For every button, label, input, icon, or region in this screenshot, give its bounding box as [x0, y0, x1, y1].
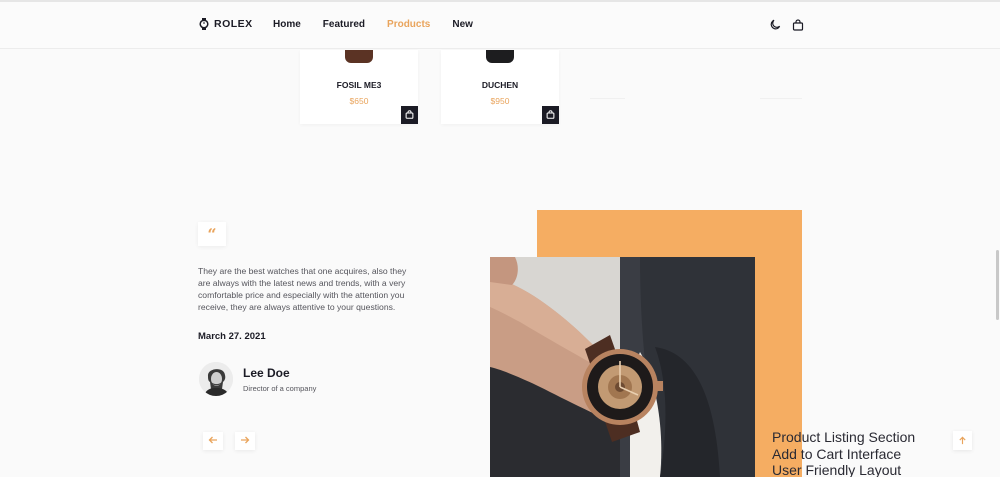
- author-name: Lee Doe: [243, 366, 290, 380]
- product-price: $950: [490, 96, 510, 106]
- nav-new[interactable]: New: [452, 19, 473, 30]
- testimonial-date: March 27. 2021: [198, 331, 266, 342]
- scroll-to-top-button[interactable]: [953, 431, 972, 450]
- quote-icon: “: [198, 222, 226, 246]
- next-testimonial-button[interactable]: [235, 432, 255, 450]
- author-role: Director of a company: [243, 384, 317, 393]
- watch-strap-image: [486, 50, 514, 63]
- main-nav: Home Featured Products New: [273, 19, 495, 30]
- add-to-cart-button[interactable]: [401, 106, 418, 124]
- prev-testimonial-button[interactable]: [203, 432, 223, 450]
- header-actions: [769, 18, 804, 31]
- testimonial-text: They are the best watches that one acqui…: [198, 266, 407, 313]
- arrow-left-icon: [208, 432, 218, 450]
- site-header: ROLEX Home Featured Products New: [0, 2, 1000, 49]
- wrist-watch-photo: [490, 257, 755, 477]
- product-card[interactable]: DUCHEN $950: [441, 50, 559, 124]
- overlay-line: Product Listing Section: [772, 429, 916, 445]
- add-to-cart-button[interactable]: [542, 106, 559, 124]
- arrow-right-icon: [240, 432, 250, 450]
- nav-home[interactable]: Home: [273, 19, 301, 30]
- watch-strap-image: [345, 50, 373, 63]
- shopping-bag-icon: [546, 106, 555, 124]
- nav-products[interactable]: Products: [387, 19, 430, 30]
- shopping-bag-icon[interactable]: [792, 18, 804, 31]
- product-card[interactable]: FOSIL ME3 $650: [300, 50, 418, 124]
- page-scrollbar[interactable]: [996, 250, 999, 320]
- product-name: FOSIL ME3: [336, 80, 382, 90]
- divider: [760, 98, 802, 99]
- shopping-bag-icon: [405, 106, 414, 124]
- product-price: $650: [349, 96, 369, 106]
- divider: [590, 98, 625, 99]
- arrow-up-icon: [958, 432, 967, 450]
- overlay-line: User Friendly Layout: [772, 462, 902, 477]
- watch-logo-icon: [199, 18, 209, 30]
- nav-featured[interactable]: Featured: [323, 19, 365, 30]
- moon-icon[interactable]: [769, 18, 781, 30]
- logo[interactable]: ROLEX: [199, 18, 253, 30]
- avatar: [199, 362, 233, 396]
- overlay-line: Add to Cart Interface: [772, 445, 902, 462]
- product-name: DUCHEN: [481, 80, 519, 90]
- logo-text: ROLEX: [214, 18, 253, 30]
- feature-overlay: Product Listing Section Add to Cart Inte…: [772, 429, 915, 477]
